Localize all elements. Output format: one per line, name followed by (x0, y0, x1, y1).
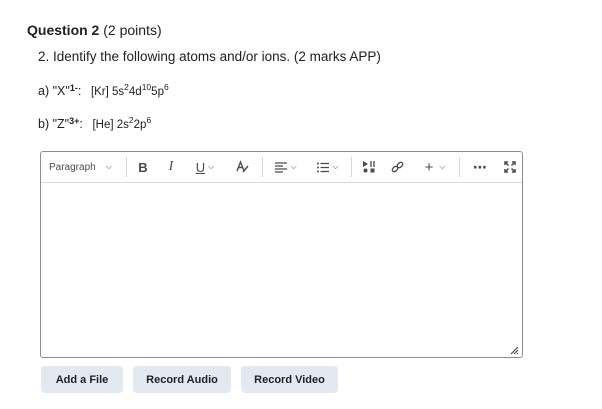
record-video-button[interactable]: Record Video (241, 366, 338, 393)
list-button[interactable]: ⌵ (313, 152, 343, 182)
bullet-list-icon (317, 162, 330, 172)
more-actions-button[interactable]: ⋯ (469, 152, 491, 182)
charge: 3+ (69, 115, 80, 126)
atom-item-b: b) "Z"3+: [He] 2s22p6 (38, 115, 151, 131)
question-points: (2 points) (103, 22, 162, 38)
toolbar-divider (351, 157, 352, 177)
atom-label: a) "X"1-: (38, 82, 82, 98)
rich-text-editor: Paragraph ⌵ B I U ⌵ ⌵ ⌵ + ⌵ ⋯ (40, 151, 523, 358)
italic-button[interactable]: I (161, 152, 181, 182)
chevron-down-icon: ⌵ (290, 162, 297, 171)
chevron-down-icon: ⌵ (208, 162, 215, 171)
bold-button[interactable]: B (133, 152, 153, 182)
electron-configuration: [Kr] 5s24d105p6 (90, 82, 169, 98)
link-icon (391, 161, 403, 172)
resize-handle-icon[interactable] (509, 345, 519, 355)
question-prompt: 2. Identify the following atoms and/or i… (38, 49, 381, 64)
toolbar-divider (262, 157, 263, 177)
text-color-button[interactable] (231, 152, 253, 182)
charge: 1- (69, 82, 78, 93)
expand-icon (504, 161, 516, 173)
format-select-value: Paragraph (49, 161, 96, 173)
atom-item-a: a) "X"1-: [Kr] 5s24d105p6 (38, 82, 169, 98)
electron-configuration: [He] 2s22p6 (92, 115, 152, 131)
editor-content-area[interactable] (41, 183, 522, 357)
toolbar-divider (126, 157, 127, 177)
insert-media-button[interactable] (359, 152, 379, 182)
question-header: Question 2 (2 points) (27, 22, 162, 38)
align-left-icon (275, 161, 288, 173)
insert-link-button[interactable] (386, 152, 408, 182)
chevron-down-icon: ⌵ (332, 162, 339, 171)
add-file-button[interactable]: Add a File (41, 366, 123, 393)
fullscreen-button[interactable] (501, 152, 519, 182)
more-icon: ⋯ (473, 158, 487, 175)
media-icon (362, 161, 375, 173)
align-button[interactable]: ⌵ (271, 152, 301, 182)
chevron-down-icon: ⌵ (105, 162, 112, 171)
record-audio-button[interactable]: Record Audio (133, 366, 231, 393)
atom-label: b) "Z"3+: (38, 115, 83, 131)
toolbar-divider (459, 157, 460, 177)
underline-button[interactable]: U ⌵ (191, 152, 219, 182)
question-title: Question 2 (27, 22, 100, 38)
format-select[interactable]: Paragraph ⌵ (49, 152, 125, 182)
chevron-down-icon: ⌵ (439, 162, 446, 171)
text-color-icon (236, 160, 249, 173)
editor-toolbar: Paragraph ⌵ B I U ⌵ ⌵ ⌵ + ⌵ ⋯ (41, 152, 522, 183)
insert-stuff-button[interactable]: + ⌵ (419, 152, 451, 182)
